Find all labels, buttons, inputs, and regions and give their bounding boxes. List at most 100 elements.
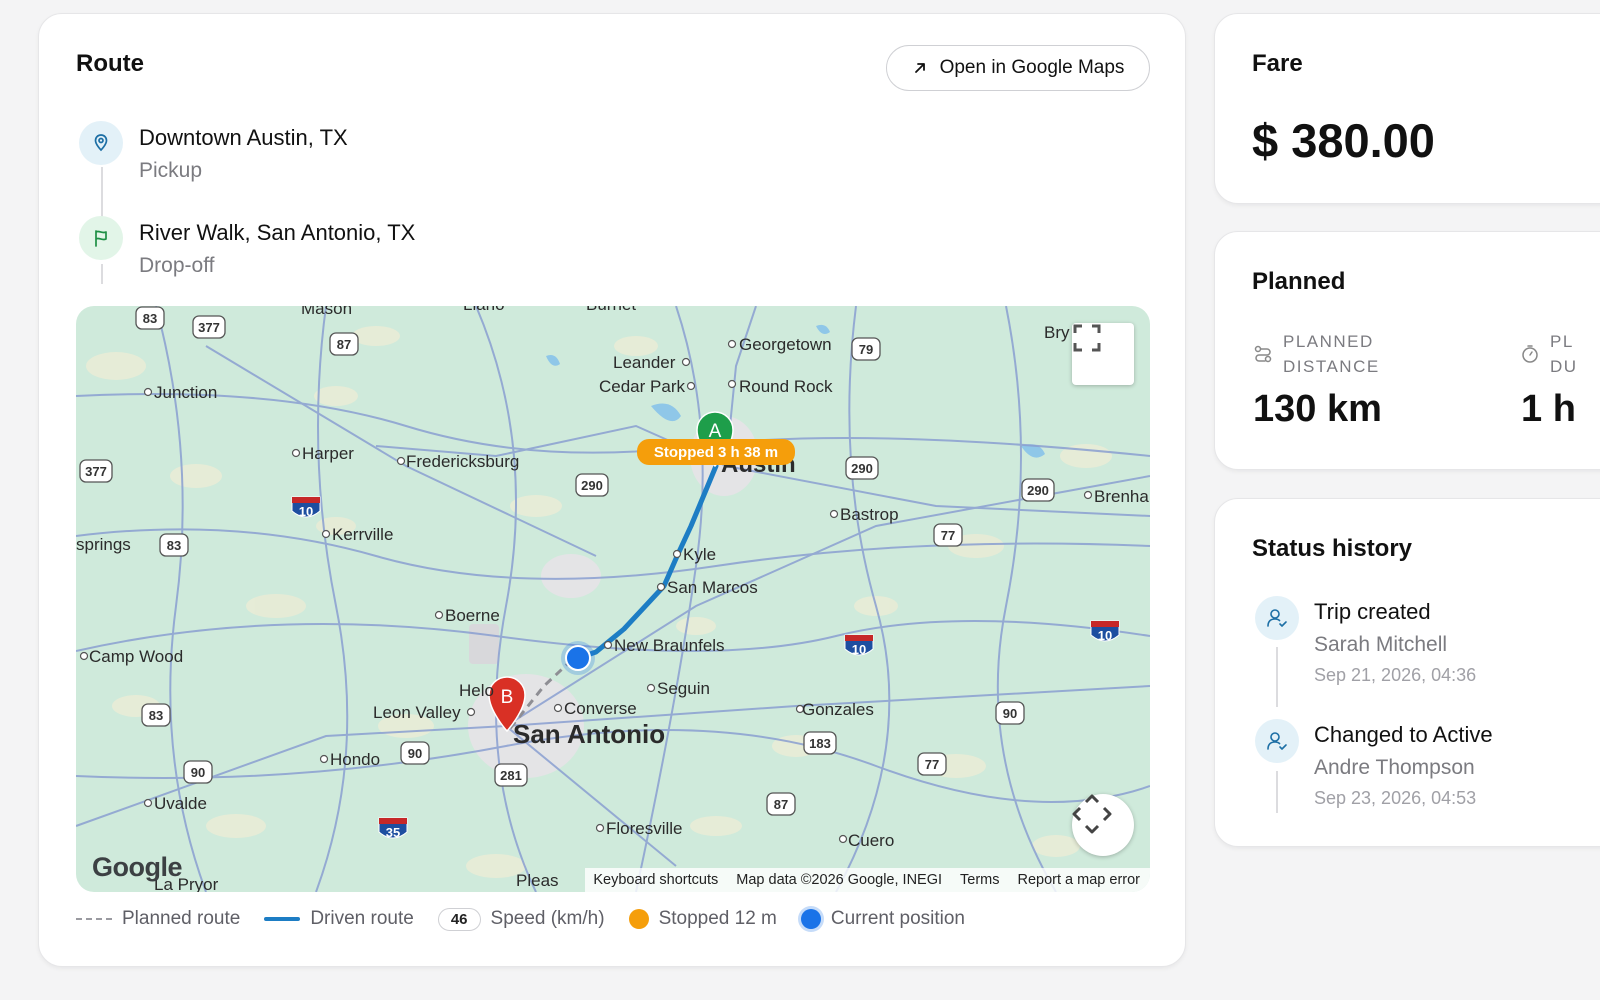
place-label: Leander xyxy=(613,353,676,372)
place-label: Round Rock xyxy=(739,377,833,396)
status-history-title: Status history xyxy=(1252,535,1413,562)
legend-stopped: Stopped 12 m xyxy=(628,908,777,930)
us-shield: 377 xyxy=(79,459,113,483)
route-title: Route xyxy=(76,50,144,77)
svg-text:83: 83 xyxy=(149,708,163,723)
svg-text:281: 281 xyxy=(500,768,522,783)
planned-duration-value: 1 h xyxy=(1521,388,1576,430)
flag-icon xyxy=(79,216,123,260)
planned-title: Planned xyxy=(1252,268,1346,295)
svg-text:79: 79 xyxy=(859,342,873,357)
pickup-label: Pickup xyxy=(139,159,203,182)
pickup-name: Downtown Austin, TX xyxy=(139,125,348,150)
route-map[interactable]: A B Georgetown Leander Cedar Park Round … xyxy=(76,306,1150,892)
svg-text:90: 90 xyxy=(191,765,205,780)
place-label: Junction xyxy=(154,383,217,402)
place-label: springs xyxy=(76,535,131,554)
place-label: Llano xyxy=(463,306,505,314)
place-label: Camp Wood xyxy=(89,647,183,666)
open-in-google-maps-button[interactable]: Open in Google Maps xyxy=(886,45,1150,91)
location-pin-icon xyxy=(79,121,123,165)
history-entry-user: Sarah Mitchell xyxy=(1314,633,1448,656)
map-camera-control-button[interactable] xyxy=(1072,794,1134,856)
us-shield: 183 xyxy=(803,731,837,755)
label-line: PL xyxy=(1550,332,1574,351)
place-label: Kerrville xyxy=(332,525,393,544)
svg-text:87: 87 xyxy=(774,797,788,812)
interstate-shield: 10 xyxy=(844,634,874,657)
svg-text:10: 10 xyxy=(1098,628,1112,643)
svg-text:290: 290 xyxy=(581,478,603,493)
us-shield: 290 xyxy=(1021,478,1055,502)
svg-text:290: 290 xyxy=(1027,483,1049,498)
open-in-google-maps-label: Open in Google Maps xyxy=(939,57,1125,78)
svg-text:90: 90 xyxy=(1003,706,1017,721)
speed-badge: 46 xyxy=(437,907,481,931)
planned-distance-label: PLANNED DISTANCE xyxy=(1283,329,1380,379)
place-label: Kyle xyxy=(683,545,716,564)
us-shield: 90 xyxy=(400,741,430,765)
interstate-shield: 10 xyxy=(291,496,321,519)
us-shield: 90 xyxy=(183,760,213,784)
svg-text:90: 90 xyxy=(408,746,422,761)
place-label: Cedar Park xyxy=(599,377,685,396)
svg-text:83: 83 xyxy=(143,311,157,326)
fare-title: Fare xyxy=(1252,50,1303,77)
place-label: Burnet xyxy=(586,306,636,314)
place-label: Seguin xyxy=(657,679,710,698)
fare-card: Fare $ 380.00 xyxy=(1214,13,1600,204)
blue-dot-icon xyxy=(800,909,821,929)
place-label: Brenha xyxy=(1094,487,1149,506)
map-legend: Planned route Driven route 46 Speed (km/… xyxy=(76,904,989,934)
interstate-shield: 10 xyxy=(1090,620,1120,643)
label-line: DU xyxy=(1550,357,1578,376)
stop-connector xyxy=(101,167,103,223)
fullscreen-button[interactable] xyxy=(1072,323,1134,385)
place-label: Harper xyxy=(302,444,354,463)
dashed-line-icon xyxy=(76,918,112,920)
stopped-duration-label: Stopped 3 h 38 m xyxy=(637,439,795,465)
history-connector xyxy=(1276,647,1278,707)
legend-driven-route: Driven route xyxy=(264,908,414,930)
solid-line-icon xyxy=(264,917,301,921)
place-label: San Antonio xyxy=(513,719,665,749)
user-icon xyxy=(1255,719,1299,763)
legend-label: Current position xyxy=(830,908,965,929)
us-shield: 281 xyxy=(494,763,528,787)
place-label: Gonzales xyxy=(802,700,874,719)
us-shield: 77 xyxy=(917,752,947,776)
history-entry-date: Sep 21, 2026, 04:36 xyxy=(1314,665,1477,685)
map-canvas[interactable]: A B Georgetown Leander Cedar Park Round … xyxy=(76,306,1150,892)
map-data-text: Map data ©2026 Google, INEGI xyxy=(736,872,943,888)
us-shield: 87 xyxy=(766,792,796,816)
keyboard-shortcuts-link[interactable]: Keyboard shortcuts xyxy=(593,872,718,888)
dropoff-name: River Walk, San Antonio, TX xyxy=(139,220,416,245)
us-shield: 77 xyxy=(933,523,963,547)
status-history-card: Status history Trip created Sarah Mitche… xyxy=(1214,498,1600,847)
place-label: New Braunfels xyxy=(614,636,725,655)
terms-link[interactable]: Terms xyxy=(960,872,999,888)
place-label: Bry xyxy=(1044,323,1070,342)
us-shield: 290 xyxy=(575,473,609,497)
fullscreen-icon xyxy=(1073,324,1101,352)
us-shield: 290 xyxy=(845,456,879,480)
history-entry-date: Sep 23, 2026, 04:53 xyxy=(1314,788,1477,808)
legend-label: Planned route xyxy=(122,908,241,929)
interstate-shield: 35 xyxy=(378,817,408,840)
place-label: Hondo xyxy=(330,750,380,769)
google-logo: Google xyxy=(92,852,183,882)
svg-text:377: 377 xyxy=(85,464,107,479)
user-icon xyxy=(1255,596,1299,640)
legend-label: Driven route xyxy=(310,908,414,929)
place-label: Fredericksburg xyxy=(406,452,519,471)
svg-text:10: 10 xyxy=(852,642,866,657)
us-shield: 90 xyxy=(995,701,1025,725)
svg-text:10: 10 xyxy=(299,504,313,519)
us-shield: 83 xyxy=(141,703,171,727)
dropoff-label: Drop-off xyxy=(139,254,215,277)
place-labels: Georgetown Leander Cedar Park Round Rock… xyxy=(76,306,1149,892)
planned-card: Planned PLANNED DISTANCE 130 km PL DU 1 … xyxy=(1214,231,1600,470)
report-map-error-link[interactable]: Report a map error xyxy=(1018,872,1141,888)
place-label: Helo xyxy=(459,681,494,700)
history-entry-title: Changed to Active xyxy=(1314,722,1493,747)
